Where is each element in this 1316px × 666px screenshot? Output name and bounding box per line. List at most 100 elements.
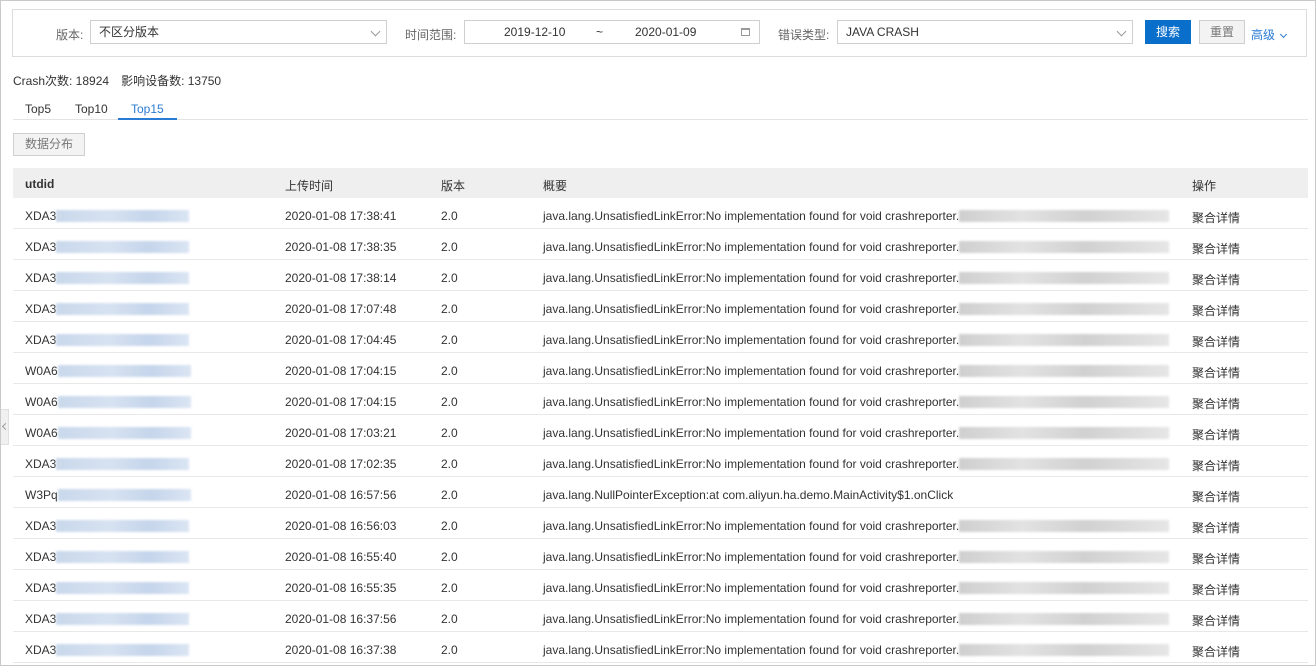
- utdid-link[interactable]: XDA3: [25, 240, 190, 254]
- version-select[interactable]: 不区分版本: [90, 20, 387, 44]
- calendar-icon: [741, 28, 750, 36]
- date-end: 2020-01-09: [635, 25, 697, 39]
- utdid-link[interactable]: XDA3: [25, 643, 190, 657]
- time-range-label: 时间范围:: [405, 28, 457, 42]
- utdid-value: XDA3: [25, 333, 57, 347]
- version: 2.0: [441, 550, 458, 564]
- summary: java.lang.UnsatisfiedLinkError:No implem…: [543, 271, 1170, 285]
- version: 2.0: [441, 612, 458, 626]
- upload-time: 2020-01-08 16:37:56: [285, 612, 397, 626]
- redacted-summary: [959, 209, 1170, 222]
- search-button[interactable]: 搜索: [1145, 20, 1191, 44]
- upload-time: 2020-01-08 17:07:48: [285, 302, 397, 316]
- aggregate-details-link[interactable]: 聚合详情: [1192, 364, 1240, 381]
- table-row: XDA3 2020-01-08 17:04:45 2.0 java.lang.Unsa…: [13, 322, 1308, 353]
- summary-text: java.lang.UnsatisfiedLinkError:No implem…: [543, 550, 960, 564]
- version: 2.0: [441, 240, 458, 254]
- utdid-link[interactable]: XDA3: [25, 581, 190, 595]
- aggregate-details-link[interactable]: 聚合详情: [1192, 643, 1240, 660]
- redacted-summary: [959, 519, 1170, 532]
- crash-count: Crash次数: 18924: [13, 74, 110, 88]
- chevron-down-icon: [370, 26, 381, 37]
- collapse-handle[interactable]: [1, 409, 9, 445]
- utdid-link[interactable]: XDA3: [25, 519, 190, 533]
- redacted-utdid: [56, 333, 190, 346]
- utdid-link[interactable]: W0A6: [25, 395, 191, 409]
- chevron-down-icon: [1279, 30, 1288, 39]
- aggregate-details-link[interactable]: 聚合详情: [1192, 271, 1240, 288]
- utdid-value: XDA3: [25, 302, 57, 316]
- version: 2.0: [441, 271, 458, 285]
- summary-text: java.lang.UnsatisfiedLinkError:No implem…: [543, 333, 960, 347]
- summary-text: java.lang.UnsatisfiedLinkError:No implem…: [543, 240, 960, 254]
- utdid-link[interactable]: XDA3: [25, 612, 190, 626]
- utdid-value: W0A6: [25, 364, 58, 378]
- redacted-utdid: [56, 457, 190, 470]
- advanced-toggle[interactable]: 高级: [1251, 26, 1288, 43]
- crash-analysis-page: 版本: 不区分版本 时间范围: 2019-12-10 ~ 2020-01-09 …: [0, 0, 1316, 666]
- utdid-value: W0A6: [25, 426, 58, 440]
- crash-stats: Crash次数: 18924 影响设备数: 13750: [13, 72, 221, 89]
- aggregate-details-link[interactable]: 聚合详情: [1192, 333, 1240, 350]
- utdid-link[interactable]: W3Pq: [25, 488, 191, 502]
- summary: java.lang.UnsatisfiedLinkError:No implem…: [543, 612, 1170, 626]
- aggregate-details-link[interactable]: 聚合详情: [1192, 581, 1240, 598]
- utdid-link[interactable]: W0A6: [25, 364, 191, 378]
- utdid-link[interactable]: XDA3: [25, 457, 190, 471]
- aggregate-details-link[interactable]: 聚合详情: [1192, 209, 1240, 226]
- utdid-link[interactable]: XDA3: [25, 302, 190, 316]
- redacted-utdid: [56, 519, 190, 532]
- aggregate-details-link[interactable]: 聚合详情: [1192, 240, 1240, 257]
- upload-time: 2020-01-08 16:55:35: [285, 581, 397, 595]
- table-row: W3Pq 2020-01-08 16:57:56 2.0 java.lang.Null…: [13, 477, 1308, 508]
- utdid-link[interactable]: W0A6: [25, 426, 191, 440]
- utdid-link[interactable]: XDA3: [25, 550, 190, 564]
- aggregate-details-link[interactable]: 聚合详情: [1192, 302, 1240, 319]
- aggregate-details-link[interactable]: 聚合详情: [1192, 550, 1240, 567]
- redacted-summary: [959, 426, 1170, 439]
- utdid-link[interactable]: XDA3: [25, 271, 190, 285]
- redacted-utdid: [57, 426, 191, 439]
- summary-text: java.lang.UnsatisfiedLinkError:No implem…: [543, 426, 960, 440]
- column-header-action: 操作: [1192, 179, 1217, 193]
- aggregate-details-link[interactable]: 聚合详情: [1192, 488, 1240, 505]
- utdid-link[interactable]: XDA3: [25, 333, 190, 347]
- reset-button[interactable]: 重置: [1199, 20, 1245, 44]
- summary: java.lang.UnsatisfiedLinkError:No implem…: [543, 426, 1170, 440]
- summary: java.lang.UnsatisfiedLinkError:No implem…: [543, 581, 1170, 595]
- date-separator: ~: [596, 25, 604, 39]
- upload-time: 2020-01-08 17:02:35: [285, 457, 397, 471]
- utdid-link[interactable]: XDA3: [25, 209, 190, 223]
- error-type-select[interactable]: JAVA CRASH: [837, 20, 1133, 44]
- utdid-value: XDA3: [25, 271, 57, 285]
- error-type-value: JAVA CRASH: [846, 25, 919, 39]
- utdid-value: XDA3: [25, 643, 57, 657]
- redacted-utdid: [56, 209, 190, 222]
- redacted-utdid: [57, 364, 191, 377]
- upload-time: 2020-01-08 16:55:40: [285, 550, 397, 564]
- summary: java.lang.NullPointerException:at com.al…: [543, 488, 953, 502]
- aggregate-details-link[interactable]: 聚合详情: [1192, 519, 1240, 536]
- aggregate-details-link[interactable]: 聚合详情: [1192, 395, 1240, 412]
- aggregate-details-link[interactable]: 聚合详情: [1192, 457, 1240, 474]
- date-range-picker[interactable]: 2019-12-10 ~ 2020-01-09: [464, 20, 760, 44]
- version: 2.0: [441, 643, 458, 657]
- affected-devices: 影响设备数: 13750: [121, 74, 222, 88]
- summary: java.lang.UnsatisfiedLinkError:No implem…: [543, 302, 1170, 316]
- aggregate-details-link[interactable]: 聚合详情: [1192, 612, 1240, 629]
- data-distribution-button[interactable]: 数据分布: [13, 133, 85, 156]
- upload-time: 2020-01-08 17:04:45: [285, 333, 397, 347]
- version-select-value: 不区分版本: [99, 25, 160, 39]
- top-tabs: Top5 Top10 Top15: [13, 98, 1308, 120]
- column-header-upload-time: 上传时间: [285, 179, 334, 193]
- utdid-value: XDA3: [25, 581, 57, 595]
- redacted-summary: [959, 271, 1170, 284]
- aggregate-details-link[interactable]: 聚合详情: [1192, 426, 1240, 443]
- error-type-label: 错误类型:: [778, 28, 830, 42]
- summary-text: java.lang.UnsatisfiedLinkError:No implem…: [543, 519, 960, 533]
- tab-top5[interactable]: Top5: [25, 102, 51, 120]
- utdid-value: XDA3: [25, 612, 57, 626]
- summary-text: java.lang.NullPointerException:at com.al…: [543, 488, 954, 502]
- column-header-utdid: utdid: [25, 177, 55, 191]
- tab-top10[interactable]: Top10: [75, 102, 108, 120]
